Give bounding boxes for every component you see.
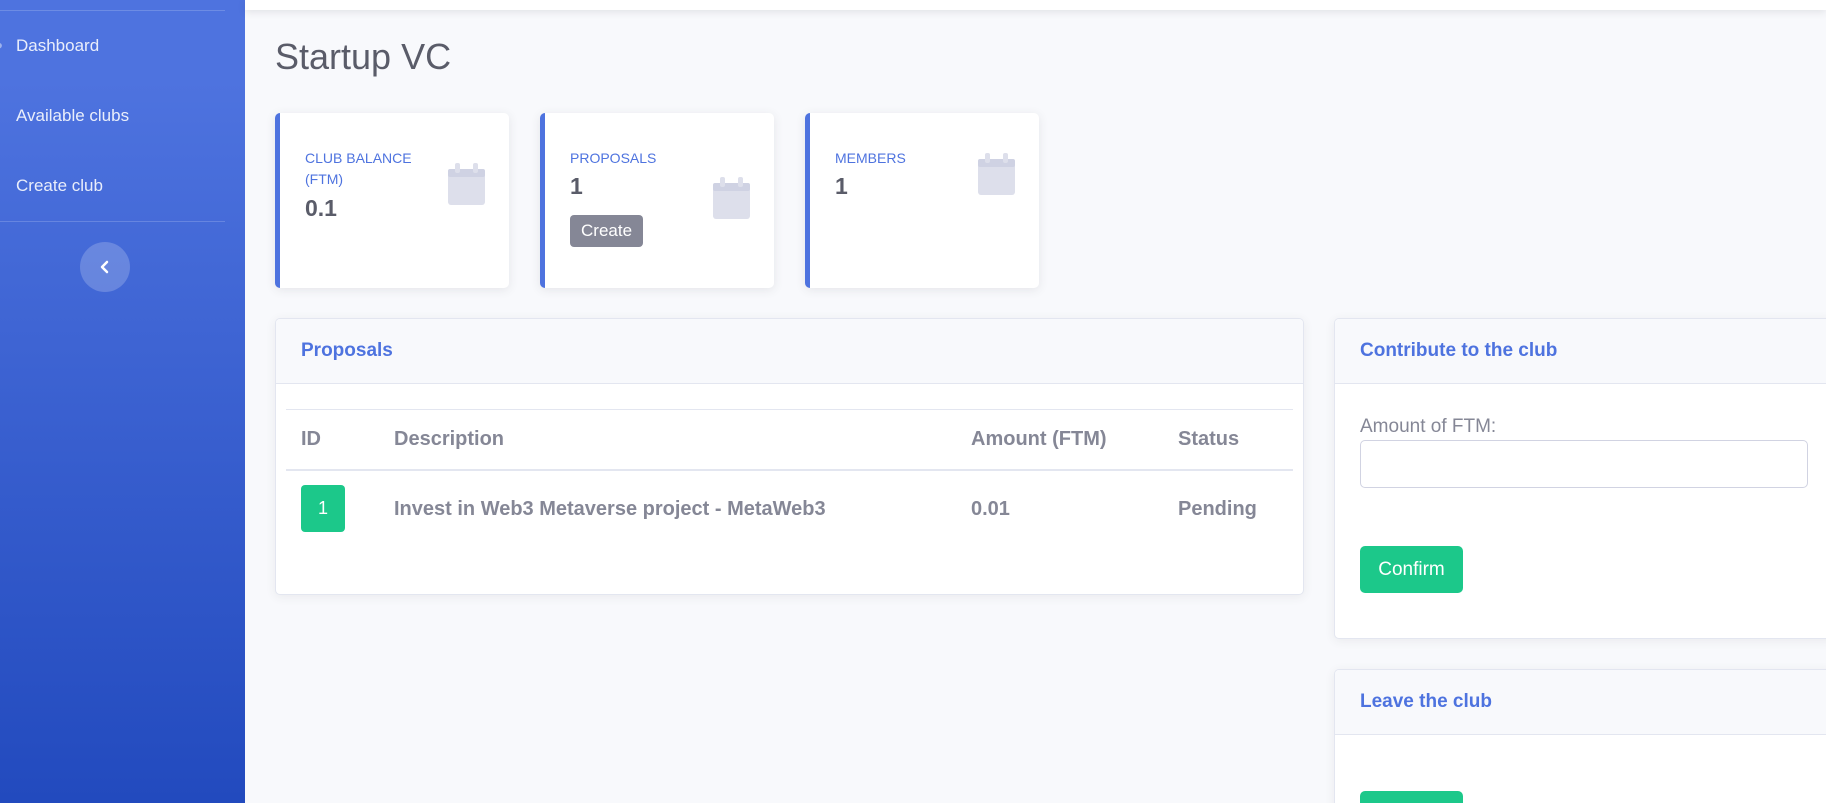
- sidebar-divider: [0, 221, 225, 222]
- proposal-id-badge[interactable]: 1: [301, 485, 345, 532]
- proposal-amount: 0.01: [971, 498, 1010, 520]
- leave-panel: Leave the club: [1334, 669, 1826, 803]
- home-icon: ⚫: [0, 39, 4, 53]
- calendar-icon: [713, 177, 750, 219]
- balance-card: Club Balance (FTM) 0.1: [275, 113, 509, 288]
- column-header-status: Status: [1178, 428, 1240, 450]
- sidebar-item-available-clubs[interactable]: Available clubs: [0, 81, 245, 151]
- leave-panel-title: Leave the club: [1335, 670, 1826, 735]
- page-title: Startup VC: [275, 36, 452, 77]
- balance-label: Club Balance (FTM): [305, 150, 412, 187]
- proposals-panel: Proposals ID Description Amount (FTM) St…: [275, 318, 1304, 595]
- members-value: 1: [835, 173, 848, 199]
- proposals-panel-title: Proposals: [276, 319, 1303, 384]
- proposal-status: Pending: [1178, 498, 1257, 520]
- column-header-id: ID: [301, 428, 321, 450]
- column-header-amount: Amount (FTM): [971, 428, 1107, 450]
- members-label: Members: [835, 150, 906, 166]
- sidebar-item-label: Available clubs: [16, 106, 130, 125]
- sidebar-item-create-club[interactable]: Create club: [0, 151, 245, 221]
- ftm-amount-label: Amount of FTM:: [1360, 416, 1497, 437]
- topbar: [245, 0, 1826, 10]
- contribute-panel-title: Contribute to the club: [1335, 319, 1826, 384]
- balance-value: 0.1: [305, 195, 337, 221]
- sidebar-toggle-button[interactable]: [80, 242, 130, 292]
- calendar-icon: [978, 153, 1015, 195]
- contribute-panel: Contribute to the club Amount of FTM: Co…: [1334, 318, 1826, 639]
- sidebar-item-label: Dashboard: [16, 36, 100, 55]
- calendar-icon: [448, 163, 485, 205]
- sidebar-item-label: Create club: [16, 176, 103, 195]
- proposals-label: Proposals: [570, 150, 657, 166]
- chevron-left-icon: [100, 260, 109, 274]
- proposal-description: Invest in Web3 Metaverse project - MetaW…: [394, 498, 826, 520]
- leave-button[interactable]: [1360, 791, 1463, 803]
- proposals-value: 1: [570, 173, 583, 199]
- sidebar: ⚫ Dashboard Available clubs Create club: [0, 0, 245, 803]
- column-header-description: Description: [394, 428, 505, 450]
- table-row: 1 Invest in Web3 Metaverse project - Met…: [286, 471, 1293, 551]
- create-proposal-button[interactable]: Create: [570, 215, 644, 247]
- ftm-amount-input[interactable]: [1360, 440, 1808, 488]
- proposals-card: Proposals 1 Create: [540, 113, 774, 288]
- sidebar-item-dashboard[interactable]: ⚫ Dashboard: [0, 11, 245, 81]
- members-card: Members 1: [805, 113, 1039, 288]
- table-header-row: ID Description Amount (FTM) Status: [286, 409, 1293, 471]
- confirm-button[interactable]: Confirm: [1360, 546, 1463, 593]
